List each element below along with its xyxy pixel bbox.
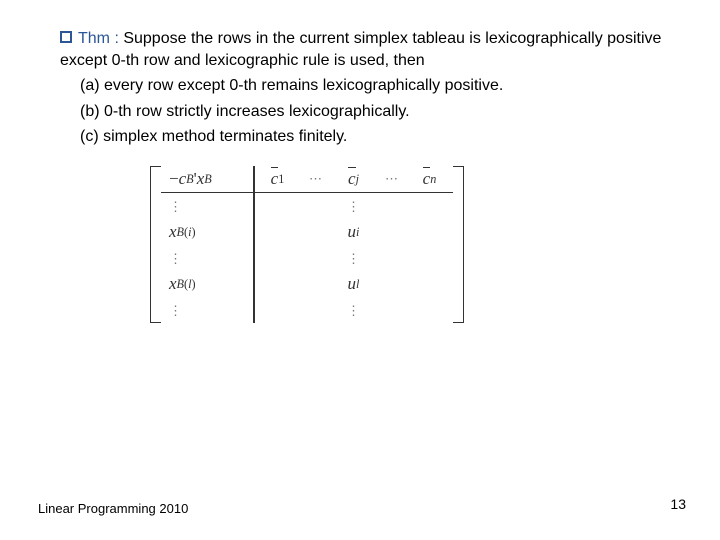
vdots-icon: ⋮: [331, 193, 377, 219]
tableau-col-cj: cj ⋮ ui ⋮ ul ⋮: [331, 166, 377, 324]
item-a: (a) every row except 0-th remains lexico…: [80, 75, 670, 97]
vdots-icon: ⋮: [161, 193, 253, 219]
cell-cj: cj: [331, 166, 377, 192]
tableau-col-left: −cB'xB ⋮ xB(i) ⋮ xB(l) ⋮: [161, 166, 253, 324]
thm-text: Suppose the rows in the current simplex …: [60, 30, 661, 69]
cell-xbi: xB(i): [161, 219, 253, 245]
footer-text: Linear Programming 2010: [38, 501, 188, 516]
tableau-col-cn: cn: [407, 166, 453, 324]
cell-ui: ui: [331, 219, 377, 245]
right-bracket-icon: [453, 166, 464, 324]
vdots-icon: ⋮: [161, 245, 253, 271]
vdots-icon: ⋮: [331, 297, 377, 323]
cell-top-left: −cB'xB: [161, 166, 253, 192]
vdots-icon: ⋮: [331, 245, 377, 271]
cell-c1: c1: [255, 166, 301, 192]
thm-heading-line: Thm : Suppose the rows in the current si…: [60, 28, 670, 71]
bullet-square-icon: [60, 31, 72, 43]
tableau-col-c1: c1: [255, 166, 301, 324]
vdots-icon: ⋮: [161, 297, 253, 323]
tableau-col-dots2: ⋯: [377, 166, 407, 324]
cdots-icon: ⋯: [301, 166, 331, 192]
tableau-col-dots1: ⋯: [301, 166, 331, 324]
cell-cn: cn: [407, 166, 453, 192]
cdots-icon: ⋯: [377, 166, 407, 192]
simplex-tableau: −cB'xB ⋮ xB(i) ⋮ xB(l) ⋮ c1: [150, 166, 670, 324]
cell-ul: ul: [331, 271, 377, 297]
thm-label: Thm :: [78, 30, 119, 47]
tableau-columns: −cB'xB ⋮ xB(i) ⋮ xB(l) ⋮ c1: [161, 166, 453, 324]
item-b: (b) 0-th row strictly increases lexicogr…: [80, 101, 670, 123]
page-number: 13: [670, 496, 686, 512]
slide-body: Thm : Suppose the rows in the current si…: [60, 28, 670, 323]
cell-xbl: xB(l): [161, 271, 253, 297]
item-c: (c) simplex method terminates finitely.: [80, 126, 670, 148]
left-bracket-icon: [150, 166, 161, 324]
